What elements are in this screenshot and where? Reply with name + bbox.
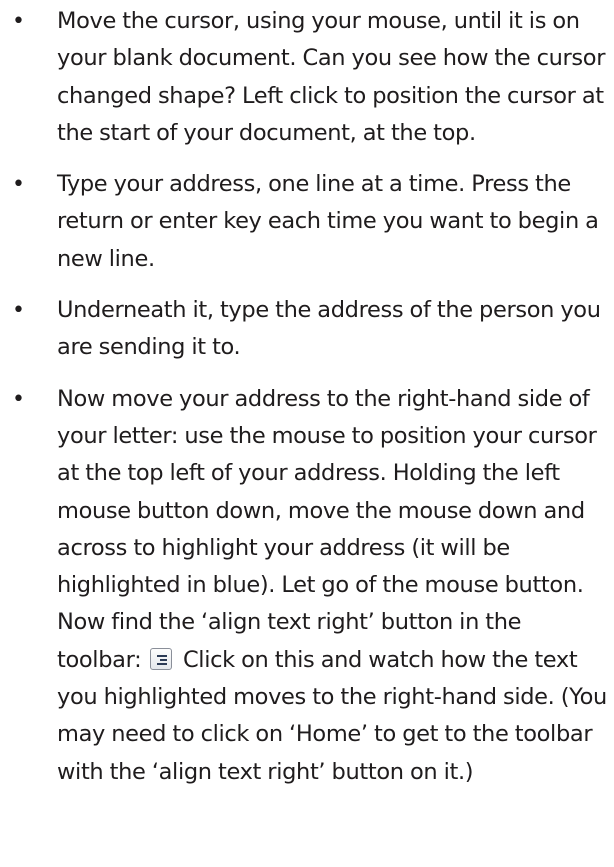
list-item: • Move the cursor, using your mouse, unt…: [0, 3, 614, 152]
bullet: •: [12, 298, 25, 324]
bullet: •: [12, 386, 25, 412]
list-item: • Underneath it, type the address of the…: [0, 292, 614, 367]
bullet: •: [12, 9, 25, 34]
step-text: Move the cursor, using your mouse, until…: [57, 8, 606, 146]
list-item: • Now move your address to the right-han…: [0, 381, 614, 791]
align-text-right-icon: [149, 647, 172, 670]
instruction-list: • Move the cursor, using your mouse, unt…: [0, 3, 614, 791]
bullet: •: [12, 172, 25, 198]
document-page: • Move the cursor, using your mouse, unt…: [0, 0, 614, 867]
step-text: Type your address, one line at a time. P…: [57, 171, 599, 272]
list-item: • Type your address, one line at a time.…: [0, 166, 614, 278]
step-text-before-icon: Now move your address to the right-hand …: [57, 385, 597, 673]
step-text: Underneath it, type the address of the p…: [57, 297, 601, 361]
